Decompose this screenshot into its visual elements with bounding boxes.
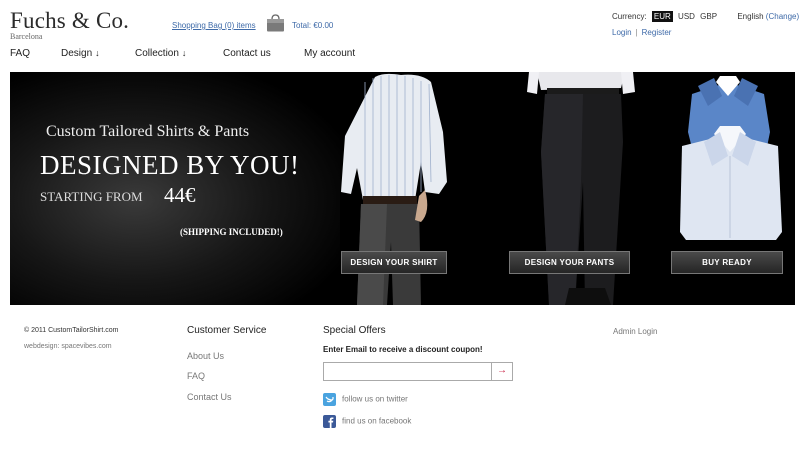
twitter-icon <box>323 393 336 406</box>
email-submit-button[interactable]: → <box>491 363 512 380</box>
brand-logo[interactable]: Fuchs & Co. Barcelona <box>10 8 129 41</box>
brand-title: Fuchs & Co. <box>10 8 130 33</box>
contact-us-footer-link[interactable]: Contact Us <box>187 392 232 402</box>
special-offers-subtitle: Enter Email to receive a discount coupon… <box>323 345 483 354</box>
shopping-bag-link[interactable]: Shopping Bag (0) items <box>172 21 256 30</box>
nav-item-collection[interactable]: Collection ↓ <box>135 48 186 59</box>
about-us-link[interactable]: About Us <box>187 351 224 361</box>
dropdown-arrow-icon: ↓ <box>95 48 100 58</box>
design-your-shirt-button[interactable]: DESIGN YOUR SHIRT <box>341 251 447 274</box>
nav-item-label: Collection <box>135 48 179 59</box>
currency-usd[interactable]: USD <box>678 12 695 21</box>
account-links: Login | Register <box>612 28 671 37</box>
twitter-label: follow us on twitter <box>342 394 408 404</box>
buy-ready-button[interactable]: BUY READY <box>671 251 783 274</box>
currency-selector: Currency: EUR USD GBP English (Change) <box>612 11 799 22</box>
facebook-link[interactable]: find us on facebook <box>323 415 411 428</box>
hero-banner: Custom Tailored Shirts & Pants DESIGNED … <box>10 72 795 305</box>
special-offers-title: Special Offers <box>323 325 386 336</box>
nav-item-label: My account <box>304 48 356 59</box>
shopping-bag-icon[interactable] <box>266 14 285 32</box>
hero-shipping-note: (SHIPPING INCLUDED!) <box>180 227 283 237</box>
nav-item-contact[interactable]: Contact us <box>223 48 271 59</box>
webdesign-credit[interactable]: webdesign: spacevibes.com <box>24 343 112 350</box>
email-signup-form: → <box>323 362 513 381</box>
hero-price: 44€ <box>164 183 196 207</box>
facebook-icon <box>323 415 336 428</box>
language-current: English <box>737 12 764 21</box>
currency-label: Currency: <box>612 12 647 21</box>
register-link[interactable]: Register <box>642 28 672 37</box>
nav-item-design[interactable]: Design ↓ <box>61 48 100 59</box>
language-change-link[interactable]: (Change) <box>766 12 799 21</box>
faq-footer-link[interactable]: FAQ <box>187 371 205 381</box>
currency-gbp[interactable]: GBP <box>700 12 717 21</box>
brand-subtitle: Barcelona <box>10 32 43 41</box>
email-field[interactable] <box>324 363 492 380</box>
currency-eur[interactable]: EUR <box>651 11 673 22</box>
cart-total: Total: €0.00 <box>292 21 334 30</box>
login-link[interactable]: Login <box>612 28 632 37</box>
design-your-pants-button[interactable]: DESIGN YOUR PANTS <box>509 251 630 274</box>
nav-item-label: FAQ <box>10 48 31 59</box>
hero-headline: DESIGNED BY YOU! <box>40 150 300 180</box>
twitter-link[interactable]: follow us on twitter <box>323 393 408 406</box>
copyright-text: © 2011 CustomTailorShirt.com <box>24 327 119 334</box>
nav-item-my-account[interactable]: My account <box>304 48 355 59</box>
dropdown-arrow-icon: ↓ <box>181 48 187 58</box>
nav-item-label: Contact us <box>223 48 271 59</box>
account-separator: | <box>635 28 638 37</box>
nav-item-faq[interactable]: FAQ <box>10 48 30 59</box>
nav-item-label: Design <box>61 48 93 59</box>
facebook-label: find us on facebook <box>342 416 412 426</box>
admin-login-link[interactable]: Admin Login <box>613 327 657 336</box>
hero-tagline: Custom Tailored Shirts & Pants <box>46 123 250 140</box>
hero-text: Custom Tailored Shirts & Pants DESIGNED … <box>10 72 340 305</box>
customer-service-title: Customer Service <box>187 325 267 336</box>
arrow-right-icon: → <box>497 365 507 376</box>
hero-starting-from: STARTING FROM <box>40 189 143 204</box>
